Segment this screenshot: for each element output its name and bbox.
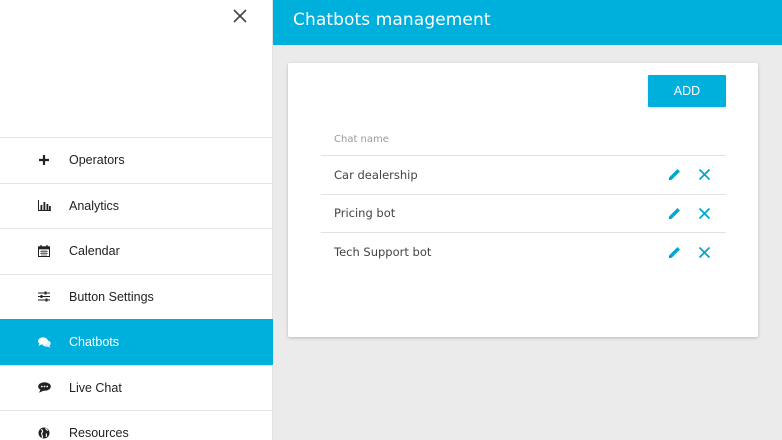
column-header-chat-name: Chat name [321, 123, 726, 156]
sidebar-item-resources[interactable]: Resources [0, 410, 273, 440]
sidebar-item-chatbots[interactable]: Chatbots [0, 319, 273, 365]
edit-icon[interactable] [666, 205, 682, 221]
sidebar-item-label: Live Chat [69, 380, 122, 395]
add-chatbot-button[interactable]: ADD [648, 75, 726, 107]
top-header: Chatbots management [273, 0, 782, 45]
table-row: Pricing bot [321, 195, 726, 233]
sidebar: Operators Analytics Calendar Button Sett… [0, 0, 273, 440]
bar-chart-icon [37, 199, 51, 213]
sidebar-item-calendar[interactable]: Calendar [0, 228, 273, 274]
sidebar-item-label: Resources [69, 426, 129, 440]
sliders-icon [37, 290, 51, 304]
chatbots-table: Chat name Car dealership Pricing bot Tec… [321, 123, 726, 272]
sidebar-nav: Operators Analytics Calendar Button Sett… [0, 137, 273, 440]
close-sidebar-button[interactable] [228, 4, 252, 28]
row-actions [666, 195, 712, 233]
delete-icon[interactable] [696, 167, 712, 183]
edit-icon[interactable] [666, 244, 682, 260]
sidebar-item-label: Chatbots [69, 335, 120, 350]
table-row: Car dealership [321, 156, 726, 195]
row-actions [666, 233, 712, 272]
sidebar-item-label: Operators [69, 153, 125, 168]
globe-icon [37, 426, 51, 440]
sidebar-item-label: Analytics [69, 198, 120, 213]
chat-name-cell: Car dealership [334, 167, 418, 182]
page-title: Chatbots management [293, 10, 491, 30]
plus-icon [37, 153, 51, 167]
sidebar-item-button-settings[interactable]: Button Settings [0, 273, 273, 320]
chat-name-cell: Pricing bot [334, 206, 396, 221]
edit-icon[interactable] [666, 167, 682, 183]
delete-icon[interactable] [696, 244, 712, 260]
sidebar-item-live-chat[interactable]: Live Chat [0, 364, 273, 411]
close-icon [233, 9, 247, 23]
chatbots-card: ADD Chat name Car dealership Pricing bot [288, 63, 758, 337]
sidebar-item-analytics[interactable]: Analytics [0, 182, 273, 229]
sidebar-item-label: Button Settings [69, 289, 154, 304]
sidebar-item-label: Calendar [69, 244, 120, 259]
delete-icon[interactable] [696, 205, 712, 221]
chat-name-cell: Tech Support bot [334, 245, 432, 260]
calendar-icon [37, 244, 51, 258]
sidebar-item-operators[interactable]: Operators [0, 137, 273, 183]
chat-bubbles-icon [37, 335, 51, 349]
table-row: Tech Support bot [321, 233, 726, 272]
row-actions [666, 156, 712, 194]
comment-icon [37, 381, 51, 395]
